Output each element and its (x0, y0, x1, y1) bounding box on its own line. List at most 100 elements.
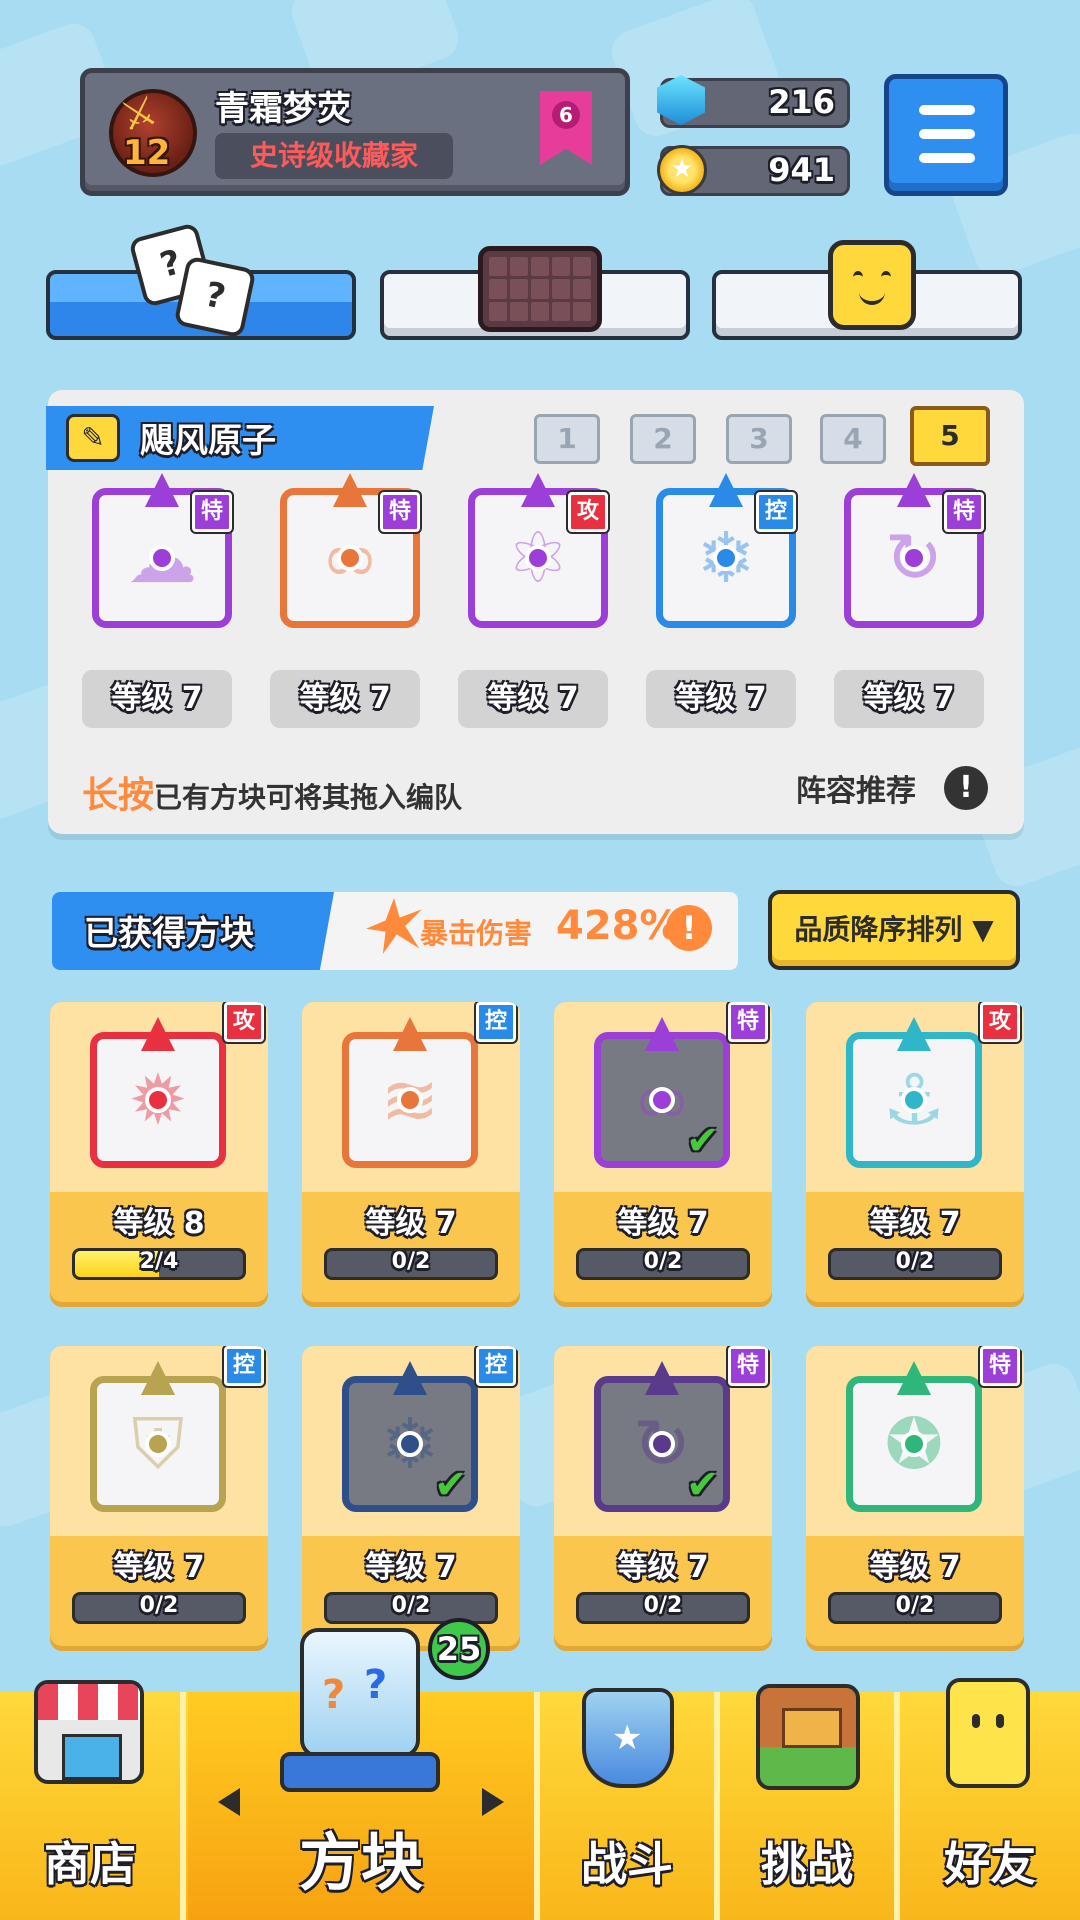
deck-card[interactable]: ↻特等级 7 (834, 473, 990, 728)
upgrade-progress-text: 2/4 (139, 1249, 179, 1274)
block-type-tag: 控 (476, 1002, 516, 1042)
nav-battle[interactable]: ★ 战斗 (540, 1688, 714, 1920)
checkmark-icon: ✔ (686, 1462, 720, 1508)
block-type-tag: 特 (380, 492, 420, 532)
core-dot (901, 545, 927, 571)
smiley-face-icon (828, 240, 916, 330)
block-level: 等级 7 (617, 1550, 709, 1585)
core-dot (145, 1431, 171, 1457)
player-level: 12 (123, 133, 171, 173)
upgrade-progress-text: 0/2 (391, 1593, 431, 1618)
block-art: ≋ (342, 1017, 478, 1168)
upgrade-progress-bar: 0/2 (828, 1592, 1002, 1624)
deck-card[interactable]: ☁特等级 7 (82, 473, 238, 728)
nav-challenge[interactable]: 挑战 (720, 1684, 894, 1920)
owned-block-card[interactable]: ∞特✔等级 70/2 (554, 1002, 772, 1302)
block-type-tag: 控 (476, 1346, 516, 1386)
block-type-tag: 特 (980, 1346, 1020, 1386)
deck-card[interactable]: ⚛攻等级 7 (458, 473, 614, 728)
block-art: ⛨ (90, 1361, 226, 1512)
sort-dropdown[interactable]: 品质降序排列 ▼ (768, 890, 1020, 970)
block-art: ✪ (846, 1361, 982, 1512)
core-dot (149, 545, 175, 571)
block-type-tag: 攻 (980, 1002, 1020, 1042)
rank-number: 6 (552, 101, 580, 129)
owned-block-card[interactable]: ⛨控等级 7 0/2 (50, 1346, 268, 1646)
core-dot (145, 1087, 171, 1113)
block-level: 等级 7 (834, 670, 984, 728)
block-level: 等级 7 (82, 670, 232, 728)
block-type-tag: 控 (224, 1346, 264, 1386)
coin-counter[interactable]: ★ 941 (657, 145, 850, 196)
dice-icon: ? ? (128, 222, 296, 340)
deck-slot-tab-2[interactable]: 2 (630, 414, 696, 464)
core-dot (713, 545, 739, 571)
shield-sword-icon: ★ (582, 1688, 674, 1788)
block-level: 等级 7 (617, 1206, 709, 1241)
owned-block-card[interactable]: ⚓攻等级 7 0/2 (806, 1002, 1024, 1302)
owned-block-card[interactable]: ✹攻等级 8 2/4 (50, 1002, 268, 1302)
deck-slot-tab-5[interactable]: 5 (910, 406, 990, 466)
profile-panel[interactable]: ⚔ 12 青霜梦荧 史诗级收藏家 6 (80, 68, 630, 196)
core-dot (901, 1087, 927, 1113)
signboard-icon (756, 1684, 860, 1790)
upgrade-progress-bar: 0/2 (828, 1248, 1002, 1280)
owned-block-card[interactable]: ✪特等级 7 0/2 (806, 1346, 1024, 1646)
upgrade-progress-text: 0/2 (643, 1593, 683, 1618)
player-title: 史诗级收藏家 (215, 133, 453, 179)
nav-shop-label: 商店 (44, 1837, 136, 1891)
upgrade-progress-bar: 0/2 (576, 1248, 750, 1280)
block-art: ⚓ (846, 1017, 982, 1168)
nav-blocks[interactable]: ? ? 方块 (188, 1628, 534, 1920)
avatar: ⚔ 12 (109, 87, 197, 177)
upgrade-progress-text: 0/2 (643, 1249, 683, 1274)
block-level: 等级 7 (458, 670, 608, 728)
block-level: 等级 8 (113, 1206, 205, 1241)
owned-block-card[interactable]: ≋控等级 7 0/2 (302, 1002, 520, 1302)
core-dot (649, 1431, 675, 1457)
crit-info-icon[interactable]: ! (666, 905, 712, 951)
block-type-tag: 特 (728, 1002, 768, 1042)
grid-board-icon (478, 246, 602, 332)
edit-pencil-icon[interactable]: ✎ (66, 414, 120, 462)
mystery-block-icon: ? ? (300, 1628, 420, 1758)
block-type-tag: 特 (728, 1346, 768, 1386)
core-dot (649, 1087, 675, 1113)
upgrade-progress-text: 0/2 (391, 1249, 431, 1274)
deck-slot-tab-3[interactable]: 3 (726, 414, 792, 464)
menu-button[interactable] (884, 74, 1008, 196)
owned-block-card[interactable]: ↻特✔等级 70/2 (554, 1346, 772, 1646)
owned-block-card[interactable]: ❄控✔等级 70/2 (302, 1346, 520, 1646)
block-level: 等级 7 (646, 670, 796, 728)
lineup-recommend[interactable]: 阵容推荐 (796, 766, 916, 810)
exclamation-icon[interactable]: ! (944, 766, 988, 810)
player-name: 青霜梦荧 (215, 89, 351, 129)
deck-card[interactable]: ❄控等级 7 (646, 473, 802, 728)
nav-friends[interactable]: 好友 (900, 1678, 1080, 1920)
deck-card[interactable]: ∞特等级 7 (270, 473, 426, 728)
gem-counter[interactable]: 216 (657, 75, 850, 131)
upgrade-progress-text: 0/2 (139, 1593, 179, 1618)
gem-icon (657, 75, 709, 131)
nav-shop[interactable]: 商店 (0, 1680, 180, 1920)
nav-challenge-label: 挑战 (761, 1837, 853, 1891)
gem-count: 216 (768, 83, 835, 121)
nav-friends-label: 好友 (944, 1837, 1036, 1891)
upgrade-progress-bar: 2/4 (72, 1248, 246, 1280)
checkmark-icon: ✔ (434, 1462, 468, 1508)
crit-damage-value: 428% (556, 903, 680, 949)
block-type-tag: 控 (756, 492, 796, 532)
block-level: 等级 7 (113, 1550, 205, 1585)
nav-blocks-label: 方块 (298, 1826, 423, 1899)
core-dot (397, 1087, 423, 1113)
core-dot (525, 545, 551, 571)
owned-title: 已获得方块 (84, 914, 254, 954)
deck-hint: 长按已有方块可将其拖入编队 (82, 766, 462, 818)
hint-highlight: 长按 (82, 775, 155, 816)
block-level: 等级 7 (270, 670, 420, 728)
upgrade-progress-bar: 0/2 (576, 1592, 750, 1624)
deck-slot-tab-4[interactable]: 4 (820, 414, 886, 464)
block-level: 等级 7 (869, 1550, 961, 1585)
deck-slot-tab-1[interactable]: 1 (534, 414, 600, 464)
block-level: 等级 7 (869, 1206, 961, 1241)
